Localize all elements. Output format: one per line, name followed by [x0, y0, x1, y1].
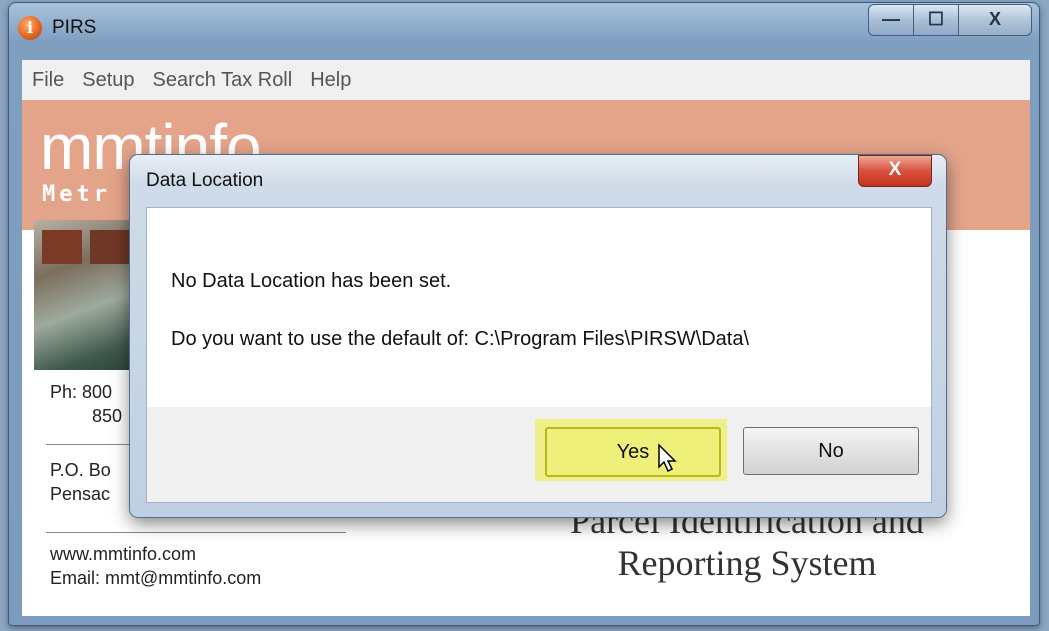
menu-bar: File Setup Search Tax Roll Help: [22, 60, 1030, 101]
window-title: PIRS: [52, 17, 97, 38]
maximize-button[interactable]: ☐: [913, 4, 959, 36]
caption-buttons: — ☐ X: [868, 4, 1032, 36]
close-icon: X: [888, 159, 902, 180]
dormer-image: [90, 230, 130, 264]
logo-subtitle: Metr: [42, 182, 111, 207]
app-info-icon[interactable]: i: [18, 16, 42, 40]
mouse-cursor-icon: [658, 443, 677, 473]
dormer-image: [42, 230, 82, 264]
yes-button[interactable]: Yes: [545, 427, 721, 477]
close-button[interactable]: X: [958, 4, 1032, 36]
dialog-body: No Data Location has been set. Do you wa…: [146, 207, 932, 409]
dialog-footer: Yes No: [146, 407, 932, 503]
maximize-icon: ☐: [927, 9, 945, 29]
minimize-icon: —: [882, 9, 900, 29]
email-link[interactable]: Email: mmt@mmtinfo.com: [50, 566, 350, 590]
dialog-title: Data Location: [146, 170, 264, 191]
menu-setup[interactable]: Setup: [72, 69, 142, 92]
app-name-line-2: Reporting System: [617, 543, 877, 583]
website-link[interactable]: www.mmtinfo.com: [50, 542, 350, 566]
dialog-close-button[interactable]: X: [858, 155, 932, 187]
dialog-question: Do you want to use the default of: C:\Pr…: [171, 328, 750, 350]
menu-file[interactable]: File: [22, 69, 72, 92]
menu-help[interactable]: Help: [300, 69, 359, 92]
dialog-message: No Data Location has been set.: [171, 270, 452, 292]
web-info: www.mmtinfo.com Email: mmt@mmtinfo.com: [50, 542, 350, 590]
data-location-dialog: Data Location X No Data Location has bee…: [130, 155, 946, 517]
close-icon: X: [988, 9, 1001, 29]
title-bar[interactable]: i PIRS — ☐ X: [8, 2, 1040, 54]
divider: [46, 532, 346, 533]
menu-search-tax-roll[interactable]: Search Tax Roll: [143, 69, 301, 92]
no-button[interactable]: No: [743, 427, 919, 475]
minimize-button[interactable]: —: [868, 4, 914, 36]
